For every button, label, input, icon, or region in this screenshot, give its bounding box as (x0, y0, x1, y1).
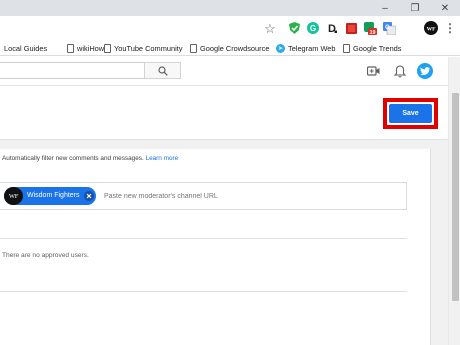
red-square-extension-icon[interactable] (343, 20, 359, 36)
moderation-card: Automatically filter new comments and me… (0, 149, 431, 345)
approved-users-empty-text: There are no approved users. (2, 252, 89, 259)
section-divider (0, 238, 407, 239)
channel-avatar: WF (4, 187, 23, 205)
search-icon (157, 65, 168, 76)
twitter-bird-icon (420, 66, 430, 75)
page-scrollbar[interactable] (448, 57, 460, 345)
create-video-icon[interactable] (366, 64, 380, 78)
bookmark-telegram-web[interactable]: ➤ Telegram Web (276, 42, 336, 54)
youtube-header (0, 57, 448, 85)
save-bar: Save (0, 85, 448, 140)
filter-description: Automatically filter new comments and me… (2, 155, 178, 162)
search-input[interactable] (0, 62, 144, 79)
remove-moderator-button[interactable] (84, 191, 94, 201)
svg-text:19: 19 (369, 30, 375, 35)
bookmark-label: Local Guides (4, 43, 48, 53)
svg-text:WF: WF (427, 26, 437, 32)
page-icon (190, 43, 197, 53)
scrollbar-thumb[interactable] (452, 93, 459, 301)
dashlane-icon[interactable]: D (324, 20, 340, 36)
moderator-url-input[interactable] (104, 189, 394, 203)
filter-bold-text: comments and messages. (69, 155, 144, 162)
search-button[interactable] (144, 62, 181, 79)
bookmarks-bar: Local Guides wikiHow YouTube Community G… (0, 40, 460, 56)
svg-text:G: G (310, 24, 316, 33)
browser-toolbar: ☆ G D 19 G WF ⋮ (0, 16, 460, 40)
translate-icon[interactable]: G (381, 20, 397, 36)
close-icon (86, 193, 92, 199)
menu-icon[interactable]: ⋮ (442, 20, 458, 36)
section-divider (0, 291, 407, 292)
moderators-field: WF Wisdom Fighters (0, 182, 407, 210)
telegram-icon: ➤ (276, 43, 285, 53)
twitter-avatar[interactable] (417, 63, 433, 79)
bookmark-label: Google Crowdsource (200, 43, 270, 53)
bookmark-label: Google Trends (353, 43, 402, 53)
window-title-bar: – ❐ ✕ (0, 0, 460, 16)
page-icon (67, 43, 74, 53)
profile-avatar[interactable]: WF (423, 20, 439, 36)
bookmark-google-crowdsource[interactable]: Google Crowdsource (190, 42, 269, 54)
learn-more-link[interactable]: Learn more (146, 155, 179, 162)
filter-prefix-text: Automatically filter new (2, 155, 70, 162)
badge-extension-icon[interactable]: 19 (362, 20, 378, 36)
minimize-button[interactable]: – (370, 0, 400, 16)
moderator-chip: WF Wisdom Fighters (4, 187, 96, 205)
shield-extension-icon[interactable] (286, 20, 302, 36)
studio-community-settings-page: Save Automatically filter new comments a… (0, 85, 448, 345)
close-window-button[interactable]: ✕ (430, 0, 460, 16)
page-icon (104, 43, 111, 53)
notifications-bell-icon[interactable] (393, 64, 407, 78)
svg-text:G: G (385, 25, 390, 31)
star-icon[interactable]: ☆ (262, 20, 278, 36)
bookmark-label: wikiHow (77, 43, 105, 53)
bookmark-youtube-community[interactable]: YouTube Community (104, 42, 182, 54)
restore-button[interactable]: ❐ (400, 0, 430, 16)
bookmark-google-trends[interactable]: Google Trends (343, 42, 401, 54)
grammarly-icon[interactable]: G (305, 20, 321, 36)
bookmark-label: YouTube Community (114, 43, 183, 53)
bookmark-local-guides[interactable]: Local Guides (4, 42, 47, 54)
moderator-name: Wisdom Fighters (27, 192, 80, 199)
save-button[interactable]: Save (389, 104, 432, 123)
bookmark-wikihow[interactable]: wikiHow (67, 42, 104, 54)
page-icon (343, 43, 350, 53)
bookmark-label: Telegram Web (288, 43, 336, 53)
